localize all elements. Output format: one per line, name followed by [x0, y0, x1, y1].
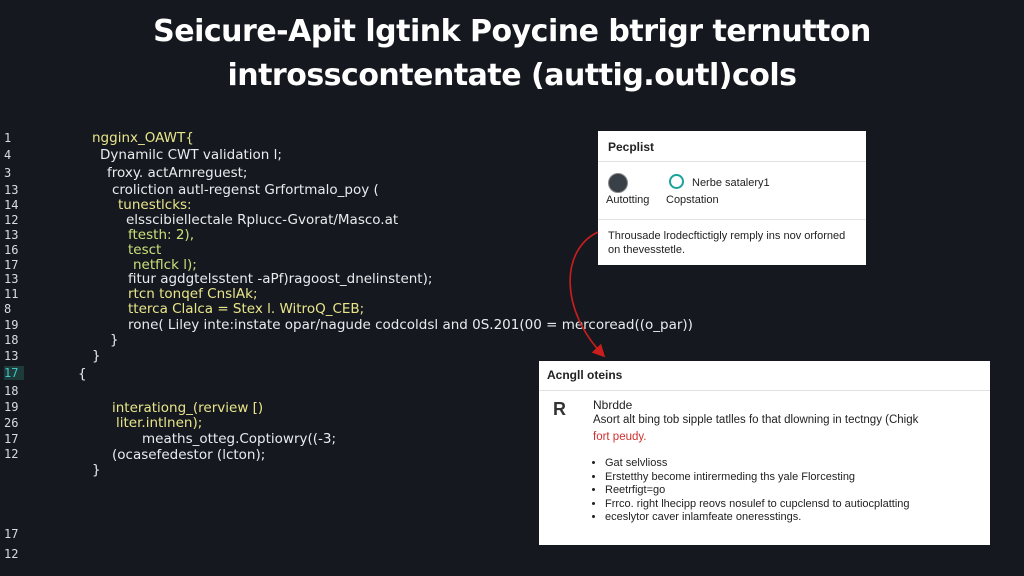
list-item: Reetrfigt=go: [605, 484, 910, 498]
line-number: 18: [4, 333, 19, 347]
code-line: ngginx_OAWT{: [92, 130, 194, 146]
code-line: }: [110, 332, 119, 348]
list-item: Erstetthy become intirermeding ths yale …: [605, 471, 910, 485]
analysis-panel: Acngll oteins R Nbrdde Asort alt bing to…: [539, 361, 990, 545]
analysis-body: Asort alt bing tob sipple tatlles fo tha…: [593, 414, 919, 426]
people-item-label: Copstation: [666, 194, 719, 206]
code-line: tterca Clalca = Stex l. WitroQ_CEB;: [128, 301, 365, 317]
code-line: ftesth: 2),: [128, 227, 194, 243]
code-line: rtcn tonqef CnslAk;: [128, 286, 258, 302]
line-number: 12: [4, 447, 19, 461]
code-line: }: [92, 348, 101, 364]
code-line: {: [78, 366, 87, 382]
people-item-label: Autotting: [606, 194, 650, 206]
line-number: 13: [4, 272, 19, 286]
code-line: rone( Liley inte:instate opar/nagude cod…: [128, 317, 693, 333]
line-number: 14: [4, 198, 19, 212]
people-panel-description: Throusade lrodecftictigly remply ins nov…: [608, 230, 846, 256]
line-number: 19: [4, 318, 19, 332]
line-number: 18: [4, 384, 19, 398]
line-number: 3: [4, 166, 12, 180]
code-line: tesct: [128, 242, 162, 258]
code-line: liter.intlnen);: [116, 415, 203, 431]
divider: [598, 161, 866, 162]
divider: [598, 219, 866, 220]
title-line-1: Seicure-Apit lgtink Poycine btrigr ternu…: [153, 14, 871, 49]
line-number: 13: [4, 183, 19, 197]
code-line: elsscibiellectale Rplucc-Gvorat/Masco.at: [126, 212, 399, 228]
line-number-active[interactable]: 17: [4, 366, 24, 380]
r-badge-icon: R: [553, 399, 566, 419]
analysis-bullet-list: Gat selvlioss Erstetthy become intirerme…: [589, 457, 910, 525]
list-item: Gat selvlioss: [605, 457, 910, 471]
line-number: 8: [4, 302, 12, 316]
avatar[interactable]: [608, 173, 628, 193]
code-line: interationg_(rerview [): [112, 400, 264, 416]
list-item: eceslytor caver inlamfeate oneresstings.: [605, 511, 910, 525]
people-panel-heading: Pecplist: [608, 140, 655, 154]
code-line: meaths_otteg.Coptiowry((-3;: [142, 431, 337, 447]
line-number: 11: [4, 287, 19, 301]
code-line: Dynamilc CWT validation l;: [100, 147, 282, 163]
line-number: 13: [4, 228, 19, 242]
line-number: 17: [4, 432, 19, 446]
analysis-warning: fort peudy.: [593, 431, 647, 443]
people-item-title: Nerbe satalery1: [692, 177, 770, 189]
line-number: 13: [4, 349, 19, 363]
code-line: froxy. actArnreguest;: [107, 165, 248, 181]
line-number: 12: [4, 547, 19, 561]
line-number: 17: [4, 258, 19, 272]
line-number: 12: [4, 213, 19, 227]
code-line: tunestlcks:: [118, 197, 192, 213]
line-number: 17: [4, 527, 19, 541]
line-number: 4: [4, 148, 12, 162]
code-line: (ocasefedestor (lcton);: [112, 447, 266, 463]
code-line: }: [92, 462, 101, 478]
divider: [539, 390, 990, 391]
code-line: croliction autl-regenst Grfortmalo_poy (: [112, 182, 379, 198]
title-line-2: introsscontentate (auttig.outl)cols: [227, 58, 797, 93]
line-number: 16: [4, 243, 19, 257]
status-circle-icon[interactable]: [669, 174, 684, 189]
analysis-subheading: Nbrdde: [593, 398, 633, 412]
analysis-panel-heading: Acngll oteins: [547, 368, 623, 382]
line-number: 1: [4, 131, 12, 145]
line-number: 26: [4, 416, 19, 430]
list-item: Frrco. right lhecipp reovs nosulef to cu…: [605, 498, 910, 512]
people-panel: Pecplist Autotting Nerbe satalery1 Copst…: [598, 131, 866, 265]
code-line: fitur agdgtelsstent -aPf)ragoost_dnelins…: [128, 271, 433, 287]
line-number: 19: [4, 400, 19, 414]
